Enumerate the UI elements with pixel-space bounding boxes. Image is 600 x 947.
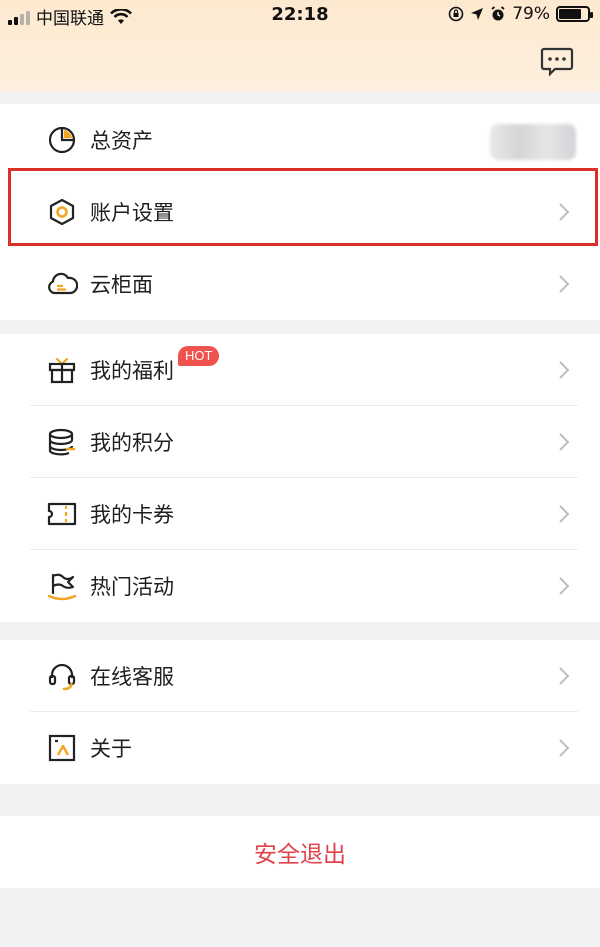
blurred-asset-value [490, 124, 576, 160]
header-area: 中国联通 22:18 79% [0, 0, 600, 92]
menu-label: 热门活动 [90, 575, 174, 599]
info-frame-icon [46, 732, 78, 764]
status-bar: 中国联通 22:18 79% [0, 0, 600, 32]
menu-item-hot-events[interactable]: 热门活动 [0, 550, 600, 622]
chevron-right-icon [559, 667, 570, 685]
menu-item-account-settings[interactable]: 账户设置 [0, 176, 600, 248]
status-right: 79% [448, 4, 593, 24]
alarm-icon [491, 6, 505, 21]
menu-label: 我的积分 [90, 431, 174, 455]
chevron-right-icon [559, 739, 570, 757]
menu-item-total-assets[interactable]: 总资产 [0, 104, 600, 176]
chevron-right-icon [559, 203, 570, 221]
battery-fill [559, 9, 582, 19]
menu-group-benefits: 我的福利 我的积分 我的卡券 热门活动 [0, 334, 600, 622]
gift-icon [46, 354, 78, 386]
menu-item-about[interactable]: 关于 [0, 712, 600, 784]
chevron-right-icon [559, 433, 570, 451]
chevron-right-icon [559, 505, 570, 523]
chat-bubble-icon[interactable] [540, 44, 574, 78]
menu-label: 总资产 [90, 129, 153, 153]
battery-percent: 79% [512, 4, 550, 24]
menu-item-my-points[interactable]: 我的积分 [0, 406, 600, 478]
menu-group-support: 在线客服 关于 [0, 640, 600, 784]
coins-stack-icon [46, 426, 78, 458]
cloud-icon [46, 268, 78, 300]
chevron-right-icon [559, 361, 570, 379]
menu-item-online-service[interactable]: 在线客服 [0, 640, 600, 712]
headset-icon [46, 660, 78, 692]
menu-label: 在线客服 [90, 665, 174, 689]
hot-badge: HOT [178, 346, 220, 366]
menu-item-my-coupons[interactable]: 我的卡券 [0, 478, 600, 550]
menu-label: 账户设置 [90, 201, 174, 225]
menu-group-account: 总资产 账户设置 云柜面 [0, 104, 600, 320]
menu-item-my-benefits[interactable]: 我的福利 [0, 334, 600, 406]
menu-label: 我的福利 [90, 359, 174, 383]
menu-label: 云柜面 [90, 273, 153, 297]
menu-label: 我的卡券 [90, 503, 174, 527]
logout-button[interactable]: 安全退出 [0, 816, 600, 888]
menu-label: 关于 [90, 737, 132, 761]
rotation-lock-icon [448, 6, 464, 22]
ticket-icon [46, 498, 78, 530]
hexagon-settings-icon [46, 196, 78, 228]
location-arrow-icon [471, 8, 484, 20]
chevron-right-icon [559, 275, 570, 293]
battery-icon [556, 6, 593, 22]
chevron-right-icon [559, 577, 570, 595]
pie-chart-icon [46, 124, 78, 156]
logout-label: 安全退出 [254, 842, 346, 868]
flag-icon [46, 570, 78, 602]
menu-item-cloud-counter[interactable]: 云柜面 [0, 248, 600, 320]
